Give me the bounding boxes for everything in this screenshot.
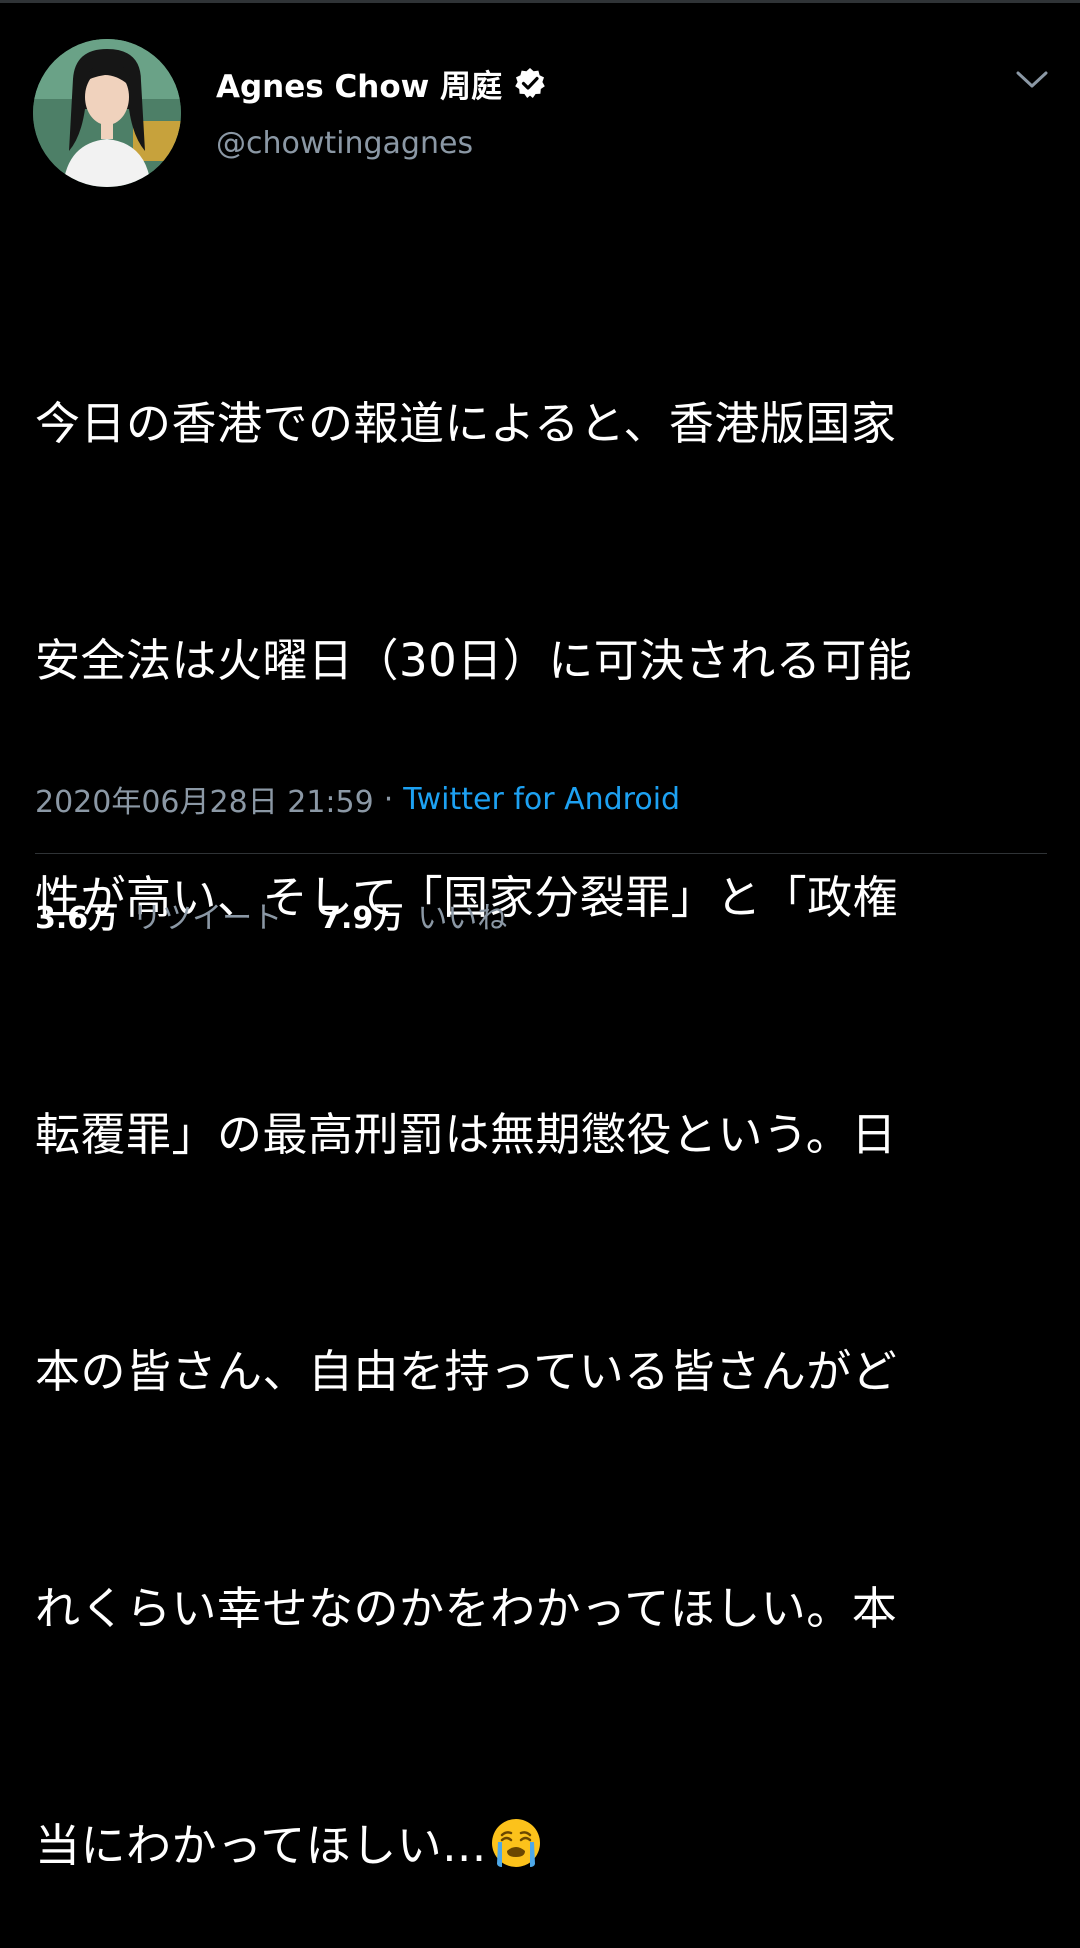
retweets-stat[interactable]: 3.6万 リツイート bbox=[35, 893, 282, 937]
author-handle[interactable]: @chowtingagnes bbox=[216, 126, 473, 161]
tweet-line: 本の皆さん、自由を持っている皆さんがど bbox=[35, 1345, 898, 1398]
author-name-row[interactable]: Agnes Chow 周庭 bbox=[216, 60, 546, 106]
likes-count: 7.9万 bbox=[320, 901, 404, 936]
verified-badge-icon bbox=[514, 67, 546, 99]
tweet-line: 転覆罪」の最高刑罰は無期懲役という。日 bbox=[35, 1108, 897, 1161]
meta-separator: · bbox=[383, 781, 394, 817]
retweets-count: 3.6万 bbox=[35, 901, 119, 936]
loudly-crying-face-emoji-icon bbox=[489, 1814, 543, 1868]
tweet-meta: 2020年06月28日 21:59 · Twitter for Android bbox=[35, 777, 680, 821]
more-options-button[interactable] bbox=[1008, 58, 1056, 102]
tweet-stats: 3.6万 リツイート 7.9万 いいね bbox=[35, 893, 507, 937]
top-divider bbox=[0, 0, 1080, 3]
tweet-last-line: 当にわかってほしい... bbox=[35, 1806, 1047, 1885]
tweet-timestamp[interactable]: 2020年06月28日 21:59 bbox=[35, 777, 374, 821]
author-display-name[interactable]: Agnes Chow 周庭 bbox=[216, 61, 502, 106]
tweet-line: 今日の香港での報道によると、香港版国家 bbox=[35, 397, 897, 450]
tweet-source-link[interactable]: Twitter for Android bbox=[403, 782, 680, 817]
avatar[interactable] bbox=[33, 39, 181, 187]
likes-label: いいね bbox=[417, 901, 508, 936]
likes-stat[interactable]: 7.9万 いいね bbox=[320, 893, 507, 937]
chevron-down-icon bbox=[1016, 71, 1048, 88]
tweet-line: 安全法は火曜日（30日）に可決される可能 bbox=[35, 634, 913, 687]
retweets-label: リツイート bbox=[132, 901, 283, 936]
tweet-line: れくらい幸せなのかをわかってほしい。本 bbox=[35, 1582, 898, 1635]
stats-divider bbox=[35, 853, 1047, 854]
tweet-line-text: 当にわかってほしい... bbox=[35, 1819, 487, 1872]
tweet-text: 今日の香港での報道によると、香港版国家 安全法は火曜日（30日）に可決される可能… bbox=[35, 226, 1047, 1948]
